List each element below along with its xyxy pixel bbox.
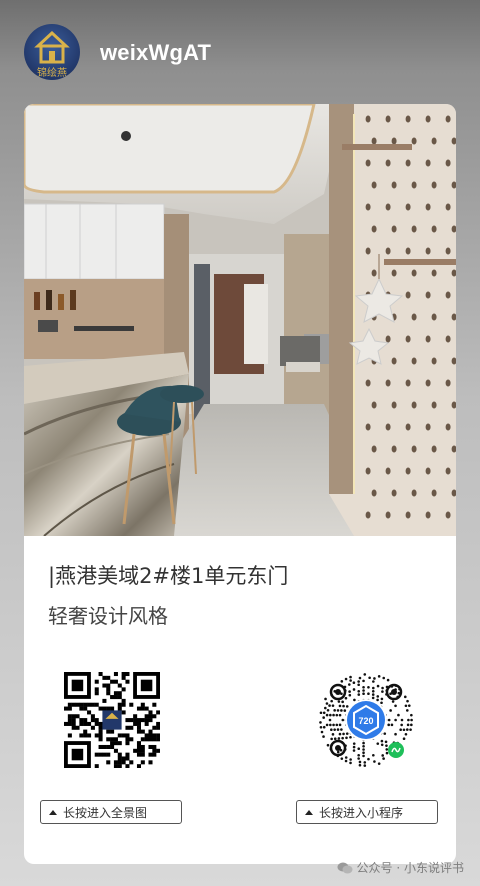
- triangle-up-icon: [49, 809, 57, 815]
- mini-program-code[interactable]: 720: [318, 672, 414, 768]
- header: 锦绘燕 weixWgAT: [0, 0, 480, 100]
- wechat-icon: [337, 862, 353, 873]
- avatar[interactable]: 锦绘燕: [24, 24, 80, 80]
- watermark: 公众号 · 小东说评书: [337, 859, 464, 876]
- poster-title: |燕港美域2#楼1单元东门: [48, 564, 289, 588]
- mini-program-badge-text: 720: [358, 716, 373, 726]
- panorama-qr-code[interactable]: [64, 672, 160, 768]
- poster-subtitle: 轻奢设计风格: [48, 604, 168, 628]
- triangle-up-icon: [305, 809, 313, 815]
- open-panorama-button[interactable]: 长按进入全景图: [40, 800, 182, 824]
- watermark-text: 公众号 · 小东说评书: [356, 861, 464, 875]
- poster-card: |燕港美域2#楼1单元东门 轻奢设计风格 720 长按进入全景图 长按进入小程序: [24, 104, 456, 864]
- interior-photo: [24, 104, 456, 536]
- open-panorama-label: 长按进入全景图: [63, 805, 148, 820]
- house-logo-icon: 锦绘燕: [34, 30, 70, 79]
- avatar-text: 锦绘燕: [37, 66, 67, 79]
- open-mini-program-label: 长按进入小程序: [319, 805, 404, 820]
- account-name[interactable]: weixWgAT: [100, 40, 211, 66]
- open-mini-program-button[interactable]: 长按进入小程序: [296, 800, 438, 824]
